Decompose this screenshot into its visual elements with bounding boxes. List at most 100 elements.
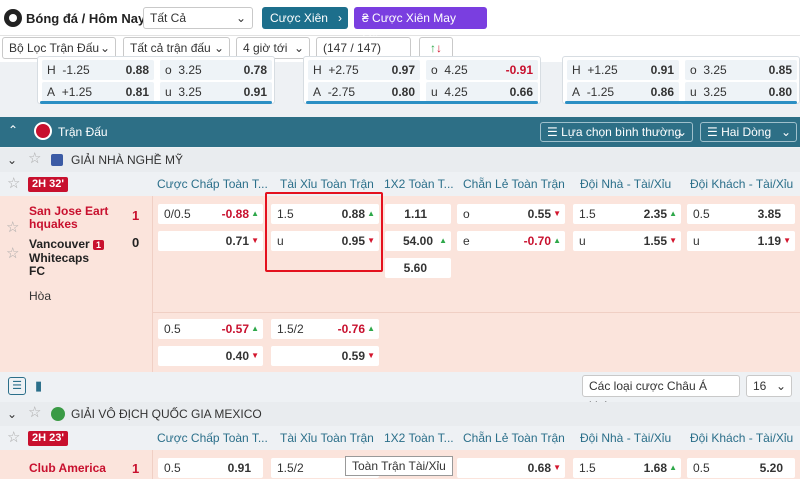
stats-icon[interactable]: ☰ [8,377,26,395]
odd-cell[interactable]: o 0.55 ▼ [457,204,565,224]
mls-logo-icon [51,154,63,166]
tooltip: Toàn Trận Tài/Xỉu [345,456,453,476]
sort-arrows-icon: ↑↓ [430,41,442,55]
home-under-cell[interactable]: u 1.55 ▼ [573,231,681,251]
column-header: Đội Nhà - Tài/Xỉu [580,177,672,191]
chevron-down-icon: ⌄ [676,125,687,139]
match-row: San Jose Eart hquakes 1 ☆ Vancouver 1 Wh… [0,192,800,372]
home-team[interactable]: San Jose Eart hquakes [29,205,119,231]
over-under-under-cell[interactable]: 0.59 ▼ [271,346,379,366]
live-time-badge: 2H 23' [28,431,68,446]
match-footer: ☰ ▮ Các loại cược Châu Á khác ⌄ 16 ⌄ [0,372,800,413]
odds-cell[interactable]: A -1.25 0.86 [567,82,679,102]
star-icon[interactable]: ☆ [6,218,19,236]
star-icon[interactable]: ☆ [7,427,20,449]
chevron-down-icon[interactable]: ⌄ [7,148,17,172]
parlay-label: Cược Xiên [270,11,328,25]
star-icon[interactable]: ☆ [7,173,20,195]
lucky-icon: ₴ [362,11,369,25]
chevron-down-icon[interactable]: ⌄ [7,402,17,426]
star-icon[interactable]: ☆ [28,401,41,425]
match-section-header: ⌃ Trận Đấu ☰ Lựa chọn bình thường ⌄ ☰ Ha… [0,117,800,147]
over-under-over-cell[interactable]: 1.5/2 -0.76 ▲ [271,319,379,339]
odds-cell[interactable]: u 3.25 0.80 [685,82,797,102]
sort-mode-select[interactable]: ☰ Lựa chọn bình thường ⌄ [540,122,693,142]
1x2-away-cell[interactable]: 54.00 ▲ [385,231,451,251]
home-over-cell[interactable]: 1.5 1.68 ▲ [573,458,681,478]
chevron-right-icon: › [338,11,342,25]
league-row[interactable]: ⌄ ☆ GIẢI NHÀ NGHỀ MỸ [0,148,800,172]
odds-cell[interactable]: A +1.25 0.81 [42,82,154,102]
star-icon[interactable]: ☆ [28,147,41,171]
odds-cell[interactable]: o 3.25 0.85 [685,60,797,80]
card-scrollbar[interactable] [565,101,797,104]
odds-cell[interactable]: o 4.25 -0.91 [426,60,538,80]
handicap-home-cell[interactable]: 0.5 0.91 [158,458,263,478]
row-divider [152,196,153,372]
1x2-home-cell[interactable]: 1.11 [385,204,451,224]
line-mode-select[interactable]: ☰ Hai Dòng ⌄ [700,122,797,142]
home-score: 1 [132,461,140,476]
all-matches-label: Tất cả trận đấu [130,41,211,55]
red-card-badge: 1 [93,240,105,250]
away-team[interactable]: Vancouver 1 Whitecaps FC [29,238,119,278]
column-header-row: ☆ 2H 32' Cược Chấp Toàn T... Tài Xỉu Toà… [0,173,800,195]
row-divider [152,450,153,479]
handicap-away-cell[interactable]: 0.71 ▼ [158,231,263,251]
liga-mx-logo-icon [51,407,65,421]
highlight-box [265,192,383,272]
line-mode-label: Hai Dòng [721,125,772,139]
more-count-select[interactable]: 16 ⌄ [746,375,792,397]
handicap-home-cell[interactable]: 0.5 -0.57 ▲ [158,319,263,339]
home-over-cell[interactable]: 1.5 2.35 ▲ [573,204,681,224]
star-icon[interactable]: ☆ [6,244,19,262]
more-count-label: 16 [753,379,767,393]
away-under-cell[interactable]: u 1.19 ▼ [687,231,795,251]
collapse-icon[interactable]: ⌃ [8,123,18,137]
chevron-down-icon: ⌄ [235,11,246,25]
column-header: Chẵn Lẻ Toàn Trận [463,177,565,191]
sport-select[interactable]: Tất Cả ⌄ [143,7,253,29]
away-over-cell[interactable]: 0.5 3.85 [687,204,795,224]
odds-cell[interactable]: H -1.25 0.88 [42,60,154,80]
odds-cell[interactable]: A -2.75 0.80 [308,82,420,102]
away-score: 0 [132,235,140,250]
odds-cell[interactable]: u 3.25 0.91 [160,82,272,102]
home-score: 1 [132,208,140,223]
odds-cell[interactable]: H +1.25 0.91 [567,60,679,80]
row-divider [152,312,800,313]
hours-label: 4 giờ tới [243,41,288,55]
league-row[interactable]: ⌄ ☆ GIẢI VÔ ĐỊCH QUỐC GIA MEXICO [0,402,800,426]
card-scrollbar[interactable] [40,101,272,104]
live-time-badge: 2H 32' [28,177,68,192]
odds-cell[interactable]: u 4.25 0.66 [426,82,538,102]
home-team[interactable]: Club America [29,462,106,475]
column-header-row: ☆ 2H 23' Cược Chấp Toàn T... Tài Xỉu Toà… [0,427,800,449]
odds-cell[interactable]: H +2.75 0.97 [308,60,420,80]
bar-chart-icon[interactable]: ▮ [35,377,53,395]
odds-cell[interactable]: o 3.25 0.78 [160,60,272,80]
even-cell[interactable]: e -0.70 ▲ [457,231,565,251]
sort-icon: ☰ [547,125,558,139]
league-name: GIẢI VÔ ĐỊCH QUỐC GIA MEXICO [71,407,262,421]
column-header: Đội Khách - Tài/Xỉu [690,177,794,191]
away-over-cell[interactable]: 0.5 5.20 [687,458,795,478]
1x2-draw-cell[interactable]: 5.60 [385,258,451,278]
top-odds-card-1: H -1.25 0.88 o 3.25 0.78 A +1.25 0.81 u 3.2… [37,56,275,104]
top-odds-card-3: H +1.25 0.91 o 3.25 0.85 A -1.25 0.86 u 3.2… [562,56,800,104]
odd-cell[interactable]: 0.68 ▼ [457,458,565,478]
chevron-down-icon: ⌄ [780,125,791,139]
column-header: 1X2 Toàn T... [384,431,454,445]
chevron-down-icon: ⌄ [293,41,304,55]
match-filter-label: Bộ Lọc Trận Đấu [9,41,100,55]
more-bets-select[interactable]: Các loại cược Châu Á khác ⌄ [582,375,740,413]
column-header: Đội Khách - Tài/Xỉu [690,431,794,445]
handicap-away-cell[interactable]: 0.40 ▼ [158,346,263,366]
card-scrollbar[interactable] [306,101,538,104]
column-header: Đội Nhà - Tài/Xỉu [580,431,672,445]
sport-select-value: Tất Cả [150,11,187,25]
lucky-parlay-button[interactable]: ₴ Cược Xiên May Mắn [354,7,487,47]
column-header: 1X2 Toàn T... [384,177,454,191]
parlay-button[interactable]: Cược Xiên › [262,7,348,29]
handicap-home-cell[interactable]: 0/0.5 -0.88 ▲ [158,204,263,224]
